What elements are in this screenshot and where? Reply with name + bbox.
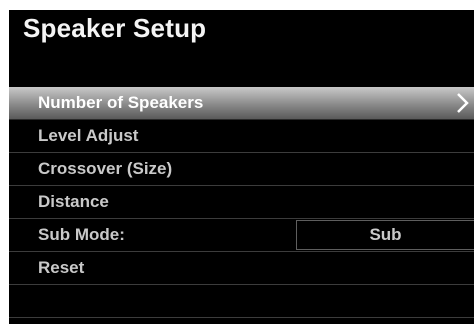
menu-item-label: Distance [38,192,109,211]
menu-item-reset[interactable]: Reset [9,252,474,285]
menu-item-label: Number of Speakers [38,93,204,112]
speaker-setup-menu: Number of Speakers Level Adjust Crossove… [9,87,474,318]
menu-item-crossover-size[interactable]: Crossover (Size) [9,153,474,186]
menu-item-distance[interactable]: Distance [9,186,474,219]
page-title: Speaker Setup [23,13,207,43]
sub-mode-value-box[interactable]: Sub [296,220,474,250]
menu-item-label: Reset [38,258,85,277]
menu-empty-row [9,285,474,318]
menu-item-level-adjust[interactable]: Level Adjust [9,120,474,153]
chevron-right-icon [457,93,469,113]
sub-mode-value: Sub [369,225,402,244]
menu-item-sub-mode[interactable]: Sub Mode: Sub [9,219,474,252]
menu-item-label: Sub Mode: [38,225,125,244]
menu-item-number-of-speakers[interactable]: Number of Speakers [9,87,474,120]
speaker-setup-screen: Speaker Setup Number of Speakers Level A… [9,10,474,324]
menu-item-label: Level Adjust [38,126,139,145]
menu-item-label: Crossover (Size) [38,159,173,178]
